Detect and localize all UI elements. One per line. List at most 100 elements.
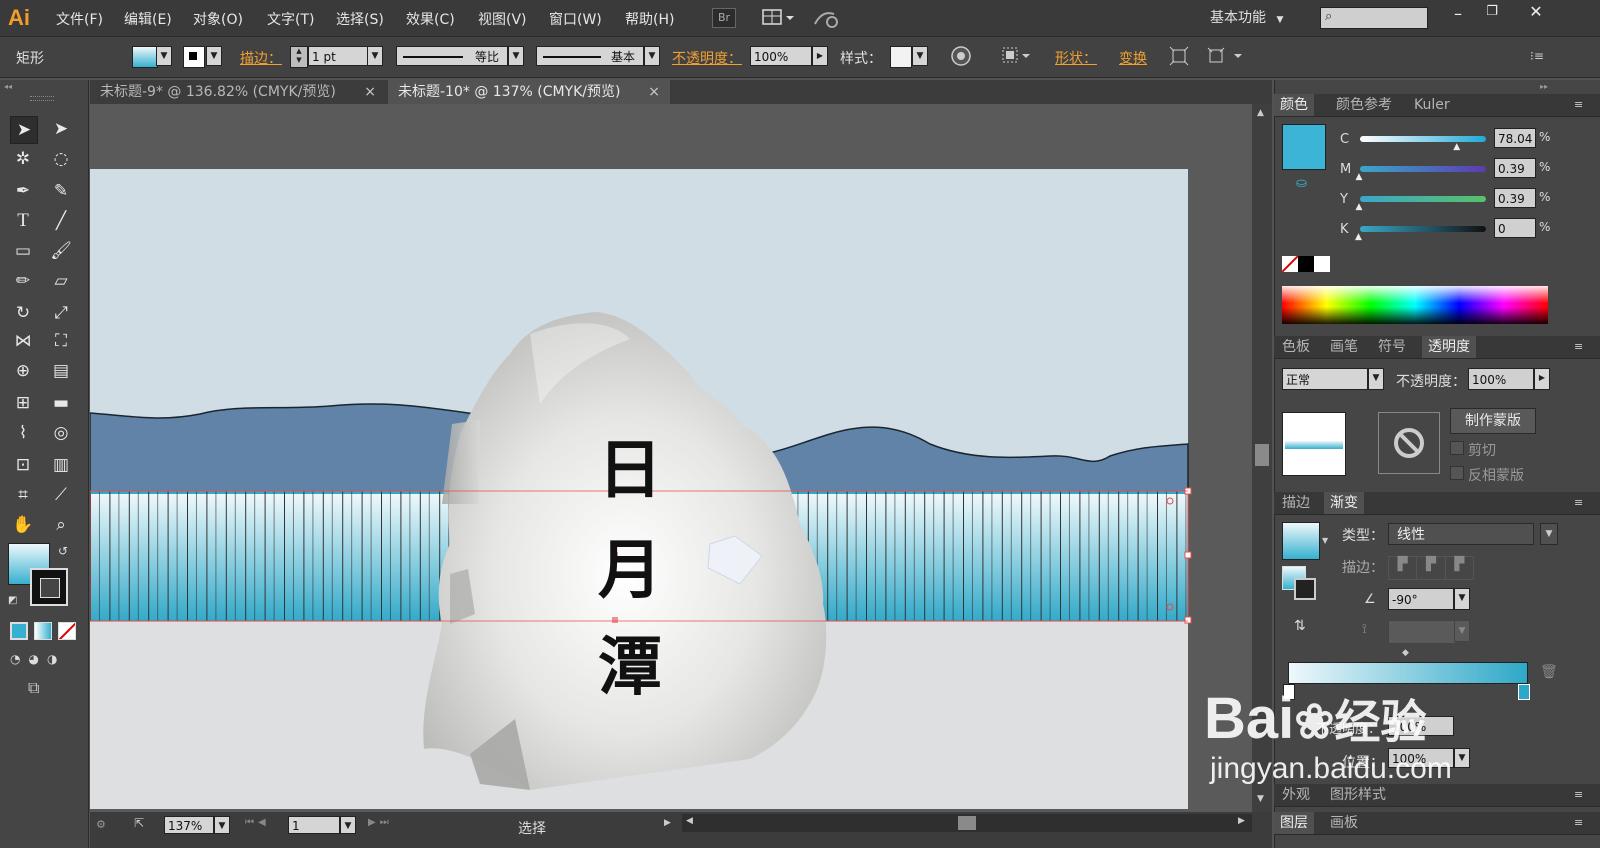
none-color-swatch[interactable]	[1282, 256, 1298, 272]
swap-fill-stroke-icon[interactable]: ↺	[58, 544, 68, 558]
isolate-dropdown[interactable]	[1206, 45, 1246, 67]
none-mode-button[interactable]	[58, 622, 76, 640]
reverse-gradient-icon[interactable]: ⇅	[1294, 618, 1306, 634]
restore-button[interactable]: ❐	[1480, 4, 1504, 24]
curvature-tool-icon[interactable]: ✎	[48, 178, 74, 204]
gradient-stop-end[interactable]	[1518, 684, 1530, 700]
stroke-dropdown[interactable]: ▼	[206, 46, 222, 66]
panel-menu-icon[interactable]: ≡	[1574, 788, 1583, 801]
menu-edit[interactable]: 编辑(E)	[124, 9, 172, 29]
variable-width-profile[interactable]: 等比	[396, 46, 508, 66]
tab-appearance[interactable]: 外观	[1282, 784, 1310, 806]
artboard-nav-prev[interactable]: ⏮◀	[245, 817, 270, 828]
free-transform-tool-icon[interactable]: ⛶	[48, 328, 74, 354]
brush-definition[interactable]: 基本	[536, 46, 644, 66]
lasso-tool-icon[interactable]: ◌	[48, 146, 74, 172]
scroll-left-icon[interactable]: ◀	[686, 816, 693, 826]
default-fill-stroke-icon[interactable]: ◩	[8, 595, 17, 606]
width-tool-icon[interactable]: ⋈	[10, 328, 36, 354]
drawing-modes[interactable]: ◔◕◑	[10, 652, 78, 670]
brush-dropdown[interactable]: ▼	[644, 46, 660, 66]
line-segment-tool-icon[interactable]: ╱	[48, 208, 74, 234]
panel-menu-icon[interactable]: ⁝≡	[1530, 49, 1552, 63]
gradient-presets-dropdown[interactable]: ▼	[1322, 536, 1328, 545]
pen-tool-icon[interactable]: ✒	[10, 178, 36, 204]
tab-transparency[interactable]: 透明度	[1422, 336, 1476, 358]
stop-location-dropdown[interactable]: ▼	[1454, 748, 1470, 768]
align-options-button[interactable]	[1000, 45, 1034, 67]
transparency-opacity-slider-button[interactable]: ▶	[1534, 368, 1550, 390]
menu-effect[interactable]: 效果(C)	[406, 9, 455, 29]
panel-menu-icon[interactable]: ≡	[1574, 496, 1583, 509]
tab-swatches[interactable]: 色板	[1282, 336, 1310, 358]
gradient-type-select[interactable]: 线性	[1388, 523, 1534, 545]
opacity-input[interactable]: 100%	[750, 46, 812, 66]
shape-builder-tool-icon[interactable]: ⊕	[10, 358, 36, 384]
type-tool-icon[interactable]: T	[10, 208, 36, 234]
selection-tool-icon[interactable]: ➤	[10, 116, 38, 144]
artboard-number-input[interactable]: 1	[288, 816, 340, 834]
slice-tool-icon[interactable]: ⟋	[48, 482, 74, 508]
panel-menu-icon[interactable]: ≡	[1574, 340, 1583, 353]
gradient-tool-icon[interactable]: ▬	[48, 390, 74, 416]
close-window-button[interactable]: ✕	[1522, 2, 1550, 24]
slider-thumb[interactable]: ▲	[1356, 172, 1363, 182]
mask-thumbnail[interactable]	[1378, 412, 1440, 474]
collapse-dock-icon[interactable]: ▸▸	[1540, 82, 1548, 91]
tab-untitled-9[interactable]: 未标题-9* @ 136.82% (CMYK/预览) ×	[90, 80, 386, 104]
gradient-aspect-input[interactable]	[1388, 620, 1456, 644]
menu-type[interactable]: 文字(T)	[267, 9, 314, 29]
screen-mode-icon[interactable]: ⧉	[28, 678, 39, 698]
style-dropdown[interactable]: ▼	[912, 46, 928, 66]
tab-untitled-10[interactable]: 未标题-10* @ 137% (CMYK/预览) ×	[388, 80, 670, 104]
blend-tool-icon[interactable]: ◎	[48, 420, 74, 446]
channel-y-slider[interactable]: ▲	[1356, 196, 1486, 212]
paintbrush-tool-icon[interactable]: 🖌	[48, 238, 74, 264]
vertical-scroll-thumb[interactable]	[1255, 444, 1269, 466]
slider-thumb[interactable]: ▲	[1453, 142, 1460, 152]
stroke-weight-dropdown[interactable]: ▼	[367, 46, 383, 66]
gradient-type-dropdown[interactable]: ▼	[1540, 523, 1558, 545]
bridge-button[interactable]: Br	[712, 8, 736, 28]
perspective-grid-tool-icon[interactable]: ▤	[48, 358, 74, 384]
zoom-dropdown[interactable]: ▼	[214, 816, 230, 834]
channel-y-value[interactable]: 0.39	[1494, 188, 1536, 208]
panel-menu-icon[interactable]: ≡	[1574, 98, 1583, 111]
fill-swatch[interactable]	[132, 46, 158, 68]
black-color-swatch[interactable]	[1298, 256, 1314, 272]
gradient-along-stroke-icon[interactable]: ▛	[1417, 557, 1446, 579]
gpu-performance-icon[interactable]	[812, 6, 842, 30]
gradient-midpoint[interactable]: ◆	[1402, 648, 1409, 658]
white-color-swatch[interactable]	[1314, 256, 1330, 272]
artboard-tool-icon[interactable]: ⌗	[10, 482, 36, 508]
menu-view[interactable]: 视图(V)	[478, 9, 527, 29]
scroll-right-icon[interactable]: ▶	[1238, 816, 1245, 826]
stroke-color-box[interactable]	[30, 568, 68, 606]
color-spectrum[interactable]	[1282, 286, 1548, 324]
transparency-opacity-input[interactable]: 100%	[1468, 368, 1534, 390]
fill-dropdown[interactable]: ▼	[156, 46, 172, 66]
color-mode-button[interactable]	[10, 622, 28, 640]
blend-mode-dropdown[interactable]: ▼	[1368, 368, 1384, 390]
channel-m-slider[interactable]: ▲	[1356, 166, 1486, 182]
tab-stroke[interactable]: 描边	[1282, 492, 1310, 514]
share-icon[interactable]: ⇱	[134, 816, 144, 830]
close-icon[interactable]: ×	[364, 80, 376, 104]
symbol-sprayer-tool-icon[interactable]: ⊡	[10, 452, 36, 478]
channel-c-value[interactable]: 78.04	[1494, 128, 1536, 148]
tab-color[interactable]: 颜色	[1274, 94, 1314, 116]
canvas-area[interactable]: 日 月 潭	[90, 104, 1252, 812]
graphic-style-swatch[interactable]	[890, 46, 912, 68]
gradient-stroke-box[interactable]	[1294, 578, 1316, 600]
channel-k-slider[interactable]: ▲	[1355, 226, 1486, 242]
selection-handle[interactable]	[612, 617, 618, 623]
out-of-gamut-icon[interactable]: ⛀	[1296, 176, 1307, 191]
hand-tool-icon[interactable]: ✋	[10, 512, 36, 538]
gradient-preview-swatch[interactable]	[1282, 522, 1320, 560]
slider-thumb[interactable]: ▲	[1355, 232, 1362, 242]
tab-graphic-styles[interactable]: 图形样式	[1330, 784, 1386, 806]
stroke-weight-stepper[interactable]: ▲ ▼	[290, 46, 308, 68]
artwork[interactable]: 日 月 潭	[90, 104, 1252, 812]
make-mask-button[interactable]: 制作蒙版	[1450, 408, 1536, 434]
horizontal-scrollbar[interactable]: ◀ ▶	[682, 814, 1252, 832]
